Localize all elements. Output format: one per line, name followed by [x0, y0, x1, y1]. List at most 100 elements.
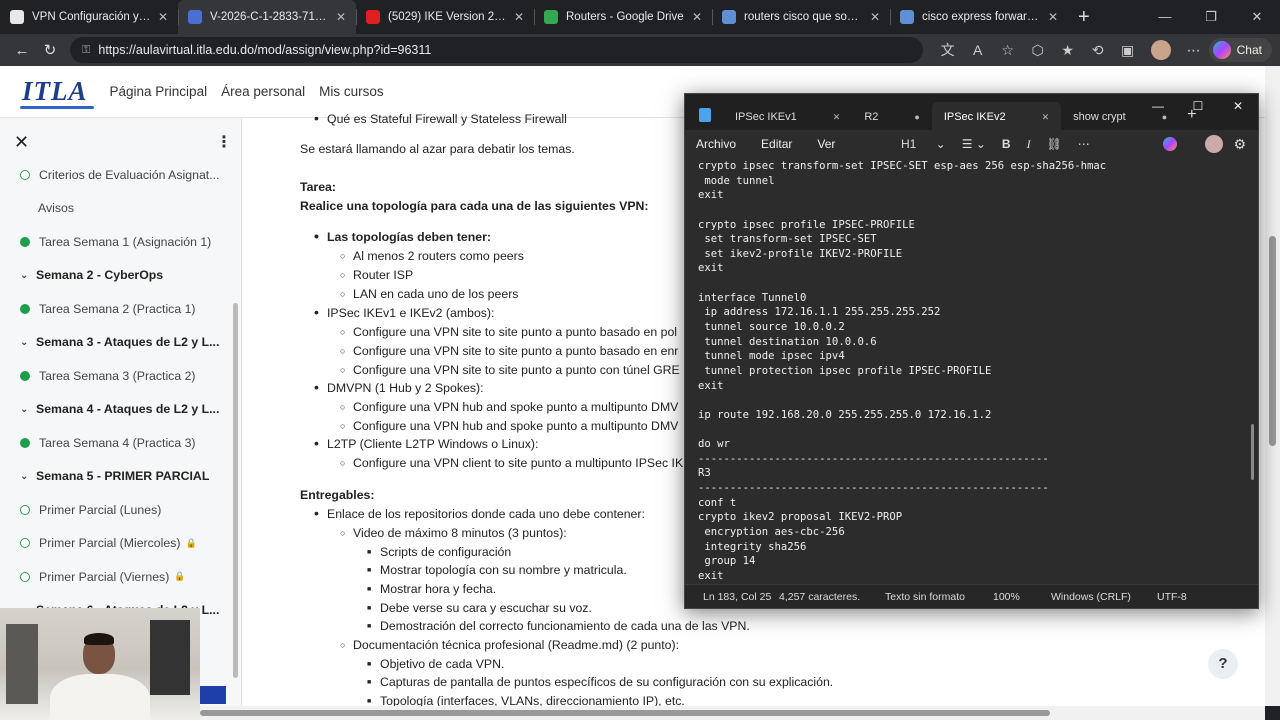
zoom-level[interactable]: 100%	[993, 591, 1020, 603]
tab-title: routers cisco que soporten ik	[744, 11, 864, 23]
close-window-icon[interactable]: ✕	[1234, 0, 1280, 34]
site-info-icon[interactable]: ⚿	[82, 44, 90, 57]
code-line: exit	[698, 189, 724, 202]
editor-scrollbar[interactable]	[1251, 424, 1254, 480]
chevron-down-icon[interactable]: ⌄	[20, 471, 34, 482]
tab-close-icon[interactable]: ✕	[158, 10, 168, 24]
maximize-icon[interactable]: ☐	[1178, 94, 1218, 118]
profile-avatar[interactable]	[1150, 40, 1171, 60]
sidebar-section[interactable]: ⌄ Semana 4 - Ataques de L2 y L...	[0, 393, 230, 427]
sidebar-item[interactable]: Tarea Semana 1 (Asignación 1)	[0, 225, 230, 259]
favorite-star-icon[interactable]: ☆	[993, 42, 1023, 59]
list-format-icon[interactable]: ☰ ⌄	[962, 137, 986, 151]
notepad-tab-0[interactable]: IPSec IKEv1 ✕	[723, 102, 852, 132]
code-line: tunnel source 10.0.0.2	[698, 321, 845, 334]
browser-tab-0[interactable]: VPN Configuración y Topolog ✕	[0, 0, 178, 34]
sidebar-section[interactable]: ⌄ Semana 2 - CyberOps	[0, 259, 230, 293]
close-drawer-icon[interactable]: ✕	[14, 132, 29, 153]
maximize-icon[interactable]: ❐	[1188, 0, 1234, 34]
italic-icon[interactable]: I	[1027, 137, 1031, 152]
extensions-icon[interactable]: ⬡	[1023, 42, 1053, 59]
sidebar-item[interactable]: Primer Parcial (Miercoles) 🔒	[0, 527, 230, 561]
close-window-icon[interactable]: ✕	[1218, 94, 1258, 118]
kebab-menu-icon[interactable]: ⋮	[216, 132, 232, 152]
bold-icon[interactable]: B	[1002, 137, 1011, 151]
debate-text: Se estará llamando al azar para debatir …	[300, 142, 575, 156]
notepad-text-editor[interactable]: crypto ipsec transform-set IPSEC-SET esp…	[685, 158, 1258, 584]
account-avatar[interactable]	[1205, 135, 1224, 153]
sidebar-section[interactable]: ⌄ Semana 5 - PRIMER PARCIAL	[0, 460, 230, 494]
code-line: crypto ipsec transform-set IPSEC-SET esp…	[698, 160, 1107, 172]
line-ending[interactable]: Windows (CRLF)	[1051, 591, 1131, 603]
sidebar-item[interactable]: Tarea Semana 4 (Practica 3)	[0, 426, 230, 460]
itla-logo[interactable]: ITLA	[20, 76, 93, 109]
minimize-icon[interactable]: —	[1142, 0, 1188, 34]
sidebar-scrollbar[interactable]	[233, 303, 238, 678]
browser-tab-2[interactable]: (5029) IKE Version 2 IPsec VP ✕	[356, 0, 534, 34]
person-hair	[84, 633, 114, 645]
more-options-icon[interactable]: ⋯	[1179, 42, 1209, 59]
sidebar-section[interactable]: ⌄ Semana 3 - Ataques de L2 y L...	[0, 326, 230, 360]
help-button[interactable]: ?	[1208, 649, 1238, 679]
heading-dropdown[interactable]: H1 ⌄	[901, 137, 946, 151]
sidebar-item[interactable]: Tarea Semana 2 (Practica 1)	[0, 292, 230, 326]
read-aloud-icon[interactable]: A	[963, 42, 993, 58]
notepad-tab-2[interactable]: IPSec IKEv2 ✕	[931, 102, 1062, 132]
sidebar-item[interactable]: Primer Parcial (Lunes)	[0, 493, 230, 527]
nav-dashboard-link[interactable]: Área personal	[221, 84, 305, 99]
unsaved-dot-icon[interactable]: ●	[914, 112, 919, 122]
menu-archivo[interactable]: Archivo	[696, 137, 736, 151]
tab-close-icon[interactable]: ✕	[692, 10, 702, 24]
tab-close-icon[interactable]: ✕	[870, 10, 880, 24]
tab-close-icon[interactable]: ✕	[336, 10, 346, 24]
nav-home-link[interactable]: Página Principal	[110, 84, 208, 99]
tab-close-icon[interactable]: ✕	[1042, 112, 1050, 123]
tab-close-icon[interactable]: ✕	[833, 112, 841, 123]
encoding[interactable]: UTF-8	[1157, 591, 1187, 603]
collections-icon[interactable]: ▣	[1113, 42, 1143, 59]
sidebar-item[interactable]: Avisos	[0, 192, 230, 226]
chevron-down-icon[interactable]: ⌄	[20, 270, 34, 281]
favorites-icon[interactable]: ★	[1053, 42, 1083, 59]
tab-close-icon[interactable]: ✕	[514, 10, 524, 24]
browser-tab-4[interactable]: routers cisco que soporten ik ✕	[712, 0, 890, 34]
menu-editar[interactable]: Editar	[761, 137, 792, 151]
reload-icon[interactable]: ↻	[36, 41, 64, 59]
scrollbar-thumb[interactable]	[200, 710, 1050, 716]
browser-tab-3[interactable]: Routers - Google Drive ✕	[534, 0, 712, 34]
chevron-down-icon[interactable]: ⌄	[20, 404, 34, 415]
notepad-tab-title: IPSec IKEv1	[735, 111, 797, 123]
copilot-icon[interactable]	[1163, 137, 1178, 151]
sidebar-item[interactable]: Criterios de Evaluación Asignat...	[0, 158, 230, 192]
back-arrow-icon[interactable]: ←	[8, 42, 36, 59]
history-icon[interactable]: ⟲	[1083, 42, 1113, 59]
minimize-icon[interactable]: —	[1138, 94, 1178, 118]
scrollbar-thumb[interactable]	[1269, 236, 1276, 446]
link-icon[interactable]: ⛓	[1047, 137, 1062, 151]
page-vertical-scrollbar[interactable]	[1265, 66, 1280, 706]
browser-tab-5[interactable]: cisco express forwarding cef ✕	[890, 0, 1068, 34]
settings-gear-icon[interactable]: ⚙	[1233, 136, 1246, 153]
url-text: https://aulavirtual.itla.edu.do/mod/assi…	[98, 43, 432, 57]
code-line: ip route 192.168.20.0 255.255.255.0 172.…	[698, 408, 992, 421]
translate-icon[interactable]: 文	[933, 40, 963, 60]
more-format-icon[interactable]: ⋯	[1078, 137, 1090, 151]
copilot-chat-button[interactable]: Chat	[1208, 38, 1272, 62]
url-input[interactable]: ⚿ https://aulavirtual.itla.edu.do/mod/as…	[70, 37, 923, 63]
chevron-down-icon[interactable]: ⌄	[20, 337, 34, 348]
sidebar-item[interactable]: Tarea Semana 3 (Practica 2)	[0, 359, 230, 393]
format-indicator[interactable]: Texto sin formato	[885, 591, 965, 603]
notepad-tab-1[interactable]: R2 ●	[852, 102, 932, 132]
menu-ver[interactable]: Ver	[817, 137, 835, 151]
code-line: exit	[698, 379, 724, 392]
tab-close-icon[interactable]: ✕	[1048, 10, 1058, 24]
list-item: Configure una VPN hub and spoke punto a …	[340, 419, 678, 433]
nav-my-courses-link[interactable]: Mis cursos	[319, 84, 384, 99]
code-line: tunnel destination 10.0.0.6	[698, 335, 877, 348]
new-tab-button[interactable]: +	[1078, 6, 1090, 29]
sidebar-item[interactable]: Primer Parcial (Viernes) 🔒	[0, 560, 230, 594]
browser-tab-1[interactable]: V-2026-C-1-2833-717-TSI-20 ✕	[178, 0, 356, 34]
code-line: ----------------------------------------…	[698, 452, 1049, 465]
background-frame	[150, 620, 190, 695]
